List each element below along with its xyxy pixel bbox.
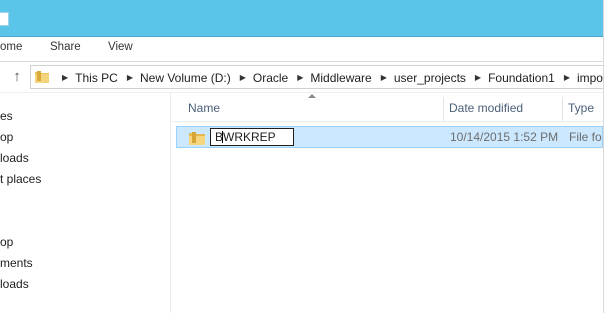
column-separator[interactable]: [443, 97, 444, 121]
date-modified-cell: 10/14/2015 1:52 PM: [450, 130, 559, 144]
rename-field[interactable]: [210, 128, 294, 146]
nav-item-desktop-pc[interactable]: op: [0, 235, 13, 249]
breadcrumb: ▶ This PC ▶ New Volume (D:) ▶ Oracle ▶ Middlewa…: [53, 66, 605, 88]
nav-item-desktop[interactable]: op: [0, 130, 13, 144]
up-arrow-icon[interactable]: ↑: [8, 67, 26, 87]
crumb-foundation1[interactable]: Foundation1: [488, 71, 555, 85]
column-header-date-modified[interactable]: Date modified: [449, 99, 523, 117]
address-row: ↑ ▶ This PC ▶ New Volume (D:) ▶ Oracle ▶ Middle…: [0, 62, 606, 92]
crumb-new-volume[interactable]: New Volume (D:): [140, 71, 231, 85]
chevron-right-icon: ▶: [62, 72, 69, 82]
folder-icon: [189, 132, 205, 145]
chevron-right-icon[interactable]: ▶: [127, 67, 133, 88]
table-row[interactable]: 10/14/2015 1:52 PM File fo: [176, 126, 603, 148]
crumb-this-pc[interactable]: This PC: [75, 71, 118, 85]
address-bar[interactable]: ▶ This PC ▶ New Volume (D:) ▶ Oracle ▶ Middlewa…: [30, 65, 606, 89]
tab-view[interactable]: View: [108, 41, 133, 53]
column-header-type[interactable]: Type: [568, 99, 594, 117]
column-separator[interactable]: [562, 97, 563, 121]
rename-input[interactable]: [215, 129, 291, 145]
folder-icon: [35, 71, 49, 83]
tab-home[interactable]: ome: [0, 41, 22, 53]
type-cell: File fo: [569, 130, 602, 144]
crumb-middleware[interactable]: Middleware: [310, 71, 371, 85]
ribbon-tabs: ome Share View: [0, 37, 603, 61]
text-caret: [222, 131, 223, 143]
nav-item-favorites[interactable]: es: [0, 109, 13, 123]
column-header-name[interactable]: Name: [188, 99, 220, 117]
chevron-right-icon[interactable]: ▶: [297, 67, 303, 88]
title-bar: [0, 0, 603, 37]
nav-item-downloads[interactable]: loads: [0, 151, 29, 165]
crumb-oracle[interactable]: Oracle: [253, 71, 288, 85]
chevron-right-icon[interactable]: ▶: [240, 67, 246, 88]
sort-ascending-icon: [308, 94, 316, 98]
chevron-right-icon[interactable]: ▶: [475, 67, 481, 88]
nav-item-documents[interactable]: ments: [0, 256, 33, 270]
nav-item-recent-places[interactable]: t places: [0, 172, 41, 186]
crumb-user-projects[interactable]: user_projects: [394, 71, 466, 85]
window-edge: [603, 0, 610, 313]
file-list: Name Date modified Type 10/14/2015 1:52 …: [171, 93, 603, 313]
window-icon: [0, 12, 9, 26]
crumb-import[interactable]: impor: [577, 71, 605, 85]
chevron-right-icon[interactable]: ▶: [564, 67, 570, 88]
chevron-right-icon[interactable]: ▶: [381, 67, 387, 88]
navigation-pane: es op loads t places op ments loads: [0, 93, 170, 313]
header-divider: [171, 121, 603, 122]
nav-item-downloads-pc[interactable]: loads: [0, 277, 29, 291]
tab-share[interactable]: Share: [50, 41, 81, 53]
